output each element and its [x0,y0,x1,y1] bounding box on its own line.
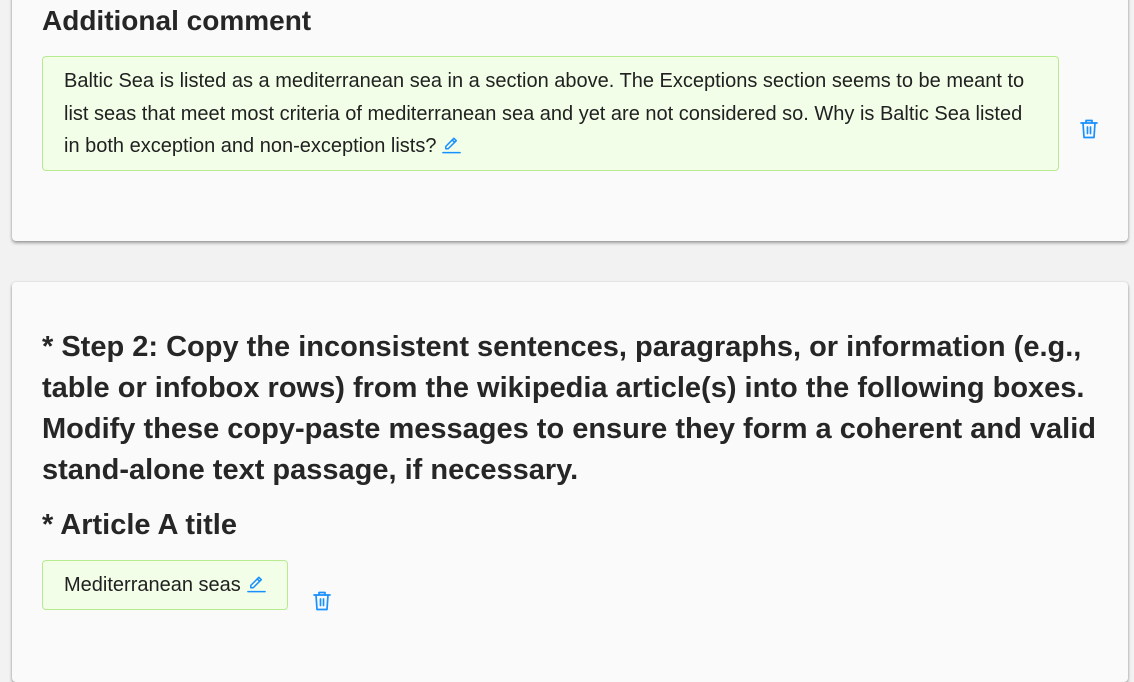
article-a-title-box: Mediterranean seas [42,560,288,610]
comment-card: Additional comment Baltic Sea is listed … [12,0,1128,241]
edit-icon[interactable] [246,563,266,611]
step2-card: * Step 2: Copy the inconsistent sentence… [12,282,1128,682]
delete-comment-trash-icon[interactable] [1079,118,1099,145]
comment-heading: Additional comment [42,5,312,36]
article-a-title-text: Mediterranean seas [64,574,241,596]
comment-text: Baltic Sea is listed as a mediterranean … [64,70,1025,157]
article-a-heading: * Article A title [42,509,237,541]
delete-article-a-trash-icon[interactable] [312,590,332,617]
step2-heading: * Step 2: Copy the inconsistent sentence… [42,331,1096,486]
comment-box: Baltic Sea is listed as a mediterranean … [42,56,1059,171]
edit-icon[interactable] [442,132,462,165]
